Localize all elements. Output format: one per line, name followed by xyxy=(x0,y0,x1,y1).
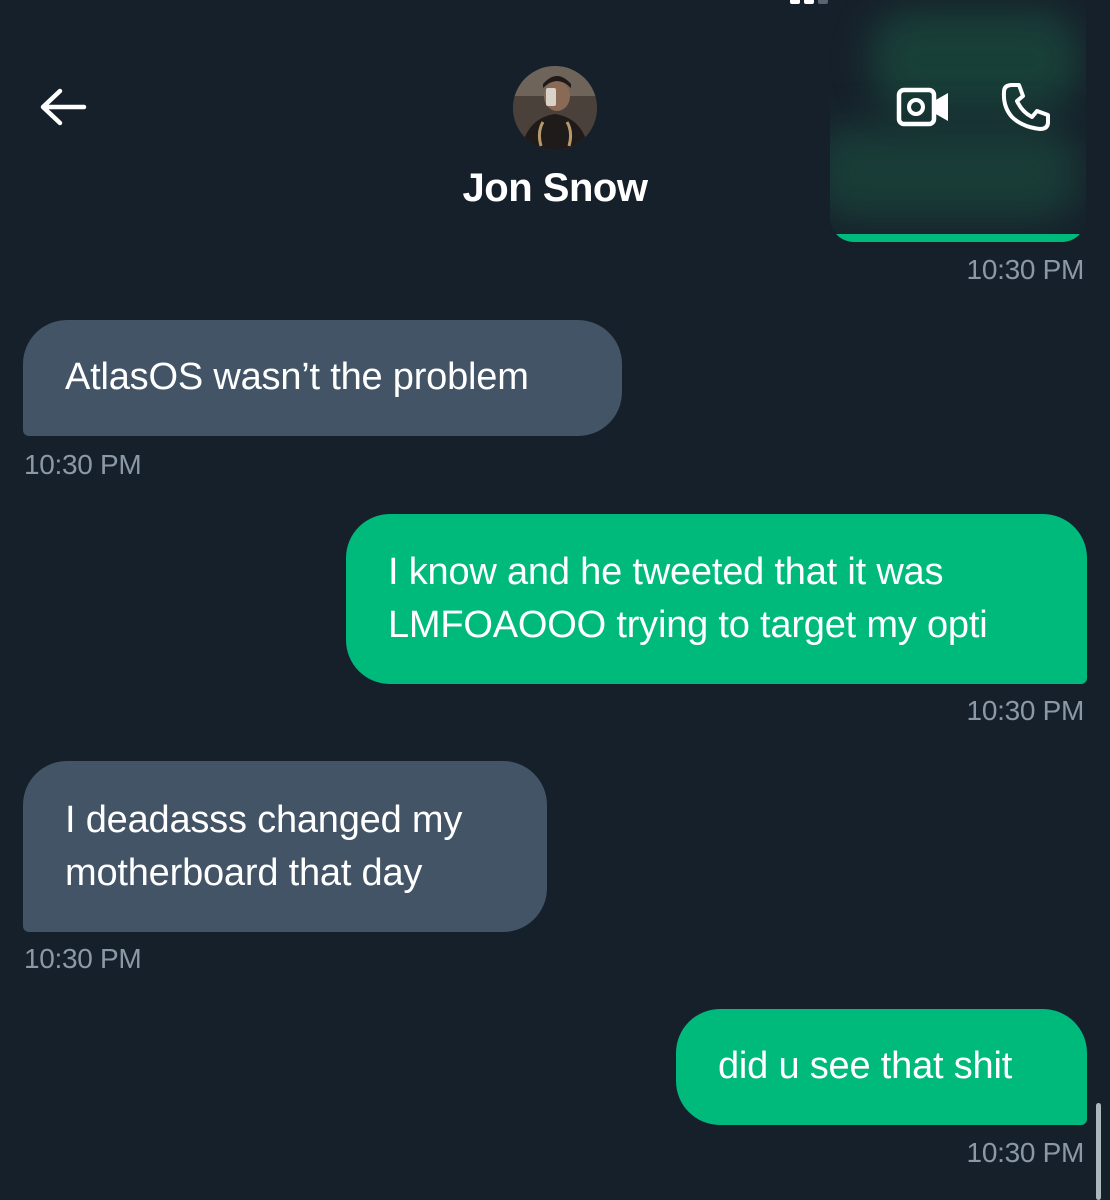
message-text-line: motherboard that day xyxy=(65,852,423,894)
phone-icon xyxy=(1001,83,1050,131)
scrollbar[interactable] xyxy=(1096,1103,1101,1200)
back-button[interactable] xyxy=(36,80,90,134)
outgoing-message-bubble[interactable]: did u see that shit xyxy=(676,1009,1087,1125)
contact-name[interactable]: Jon Snow xyxy=(0,166,1110,211)
message-text: AtlasOS wasn’t the problem xyxy=(65,356,529,398)
message-timestamp: 10:30 PM xyxy=(966,695,1085,726)
message-timestamp: 10:30 PM xyxy=(966,254,1085,285)
arrow-left-icon xyxy=(40,88,87,126)
outgoing-message-bubble[interactable]: I know and he tweeted that it was LMFOAO… xyxy=(346,514,1087,684)
message-text-line: LMFOAOOO trying to target my opti xyxy=(388,604,988,646)
message-timestamp: 10:30 PM xyxy=(24,449,142,480)
avatar-photo xyxy=(513,66,597,150)
avatar[interactable] xyxy=(513,66,597,150)
video-camera-icon xyxy=(896,87,948,127)
video-call-button[interactable] xyxy=(893,80,955,134)
message-text: did u see that shit xyxy=(718,1045,1013,1087)
incoming-message-bubble[interactable]: I deadasss changed my motherboard that d… xyxy=(23,761,547,932)
voice-call-button[interactable] xyxy=(995,78,1057,136)
incoming-message-bubble[interactable]: AtlasOS wasn’t the problem xyxy=(23,320,622,436)
message-timestamp: 10:30 PM xyxy=(24,943,142,974)
message-text-line: I deadasss changed my xyxy=(65,799,463,841)
message-text-line: I know and he tweeted that it was xyxy=(388,551,944,593)
message-timestamp: 10:30 PM xyxy=(966,1137,1085,1168)
